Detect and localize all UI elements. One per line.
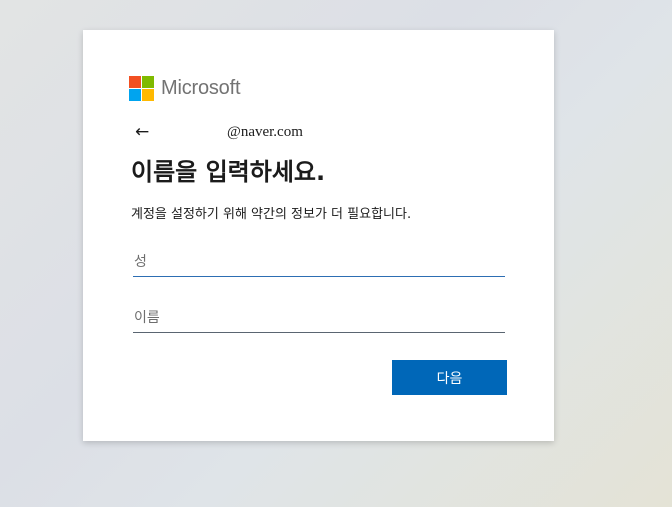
last-name-input[interactable] xyxy=(133,247,505,277)
microsoft-logo: Microsoft xyxy=(129,76,241,101)
next-button[interactable]: 다음 xyxy=(392,360,507,395)
page-description: 계정을 설정하기 위해 약간의 정보가 더 필요합니다. xyxy=(131,207,412,222)
logo-square-green xyxy=(142,76,154,88)
account-email: @naver.com xyxy=(227,123,303,140)
brand-name: Microsoft xyxy=(161,77,241,99)
microsoft-logo-icon xyxy=(129,76,154,101)
page-title: 이름을 입력하세요. xyxy=(131,158,326,186)
logo-square-blue xyxy=(129,89,141,101)
logo-square-red xyxy=(129,76,141,88)
first-name-input[interactable] xyxy=(133,303,505,333)
back-arrow-icon[interactable]: ← xyxy=(135,124,153,141)
signup-card: Microsoft ← @naver.com 이름을 입력하세요. 계정을 설정… xyxy=(83,30,554,441)
logo-square-yellow xyxy=(142,89,154,101)
identity-banner: ← @naver.com xyxy=(135,122,303,142)
